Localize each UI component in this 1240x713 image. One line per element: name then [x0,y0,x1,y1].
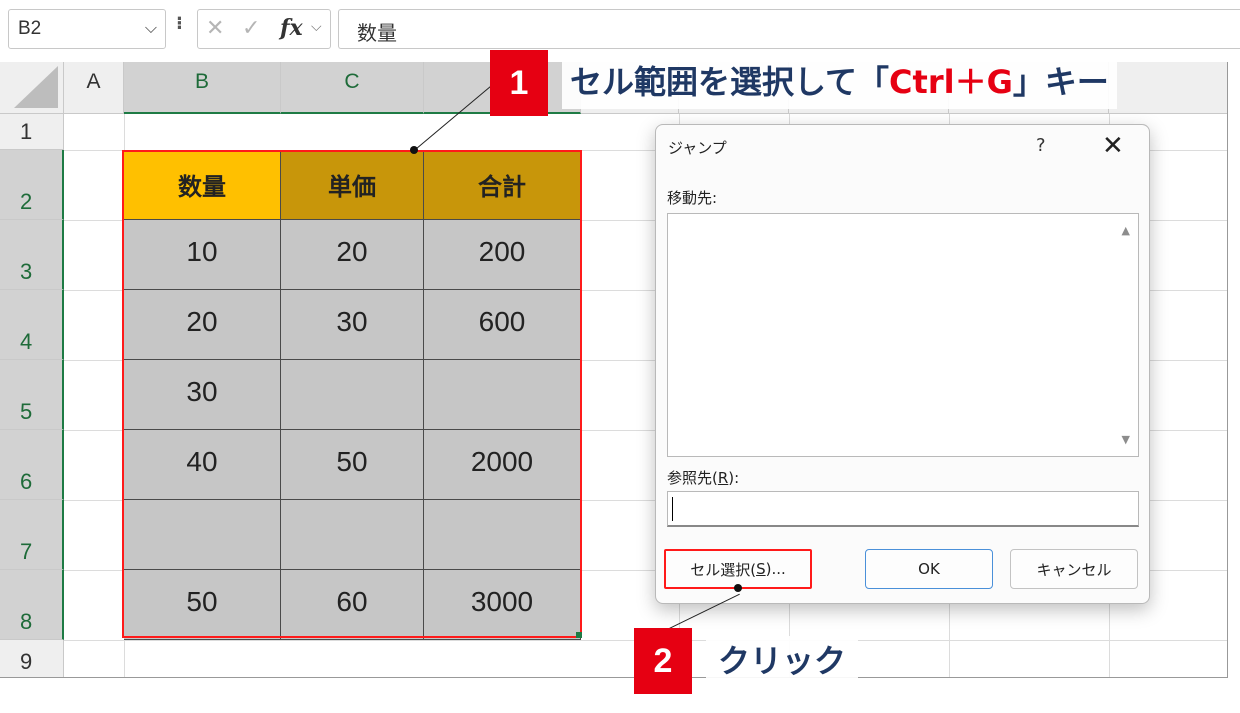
formula-bar: B2 ⌵ ⁝ ✕ ✓ fx ⌵ 数量 [0,0,1240,62]
chevron-down-icon[interactable]: ⌵ [311,19,322,35]
table-cell[interactable]: 20 [124,290,281,360]
ok-button[interactable]: OK [865,549,993,589]
table-cell[interactable] [424,360,581,430]
reference-label-pre: 参照先( [667,469,718,487]
callout-1-dot [410,146,418,154]
close-icon[interactable]: ✕ [1102,131,1124,161]
row-header-2[interactable]: 2 [0,150,64,220]
table-cell[interactable] [281,500,424,570]
special-button-pre: セル選択( [690,560,757,579]
table-header-cell[interactable]: 単価 [281,150,424,220]
cancel-button[interactable]: キャンセル [1010,549,1138,589]
insert-function-icon[interactable]: fx [280,15,303,41]
callout-2-text: クリック [706,636,859,686]
formula-buttons: ✕ ✓ fx ⌵ [197,9,331,49]
special-cells-button[interactable]: セル選択(S)... [664,549,812,589]
table-cell[interactable]: 30 [281,290,424,360]
formula-content: 数量 [357,21,397,45]
callout-1-text: セル範囲を選択して「Ctrl＋G」キー [562,55,1117,109]
table-header-cell[interactable]: 合計 [424,150,581,220]
scroll-up-icon[interactable]: ▲ [1122,224,1130,237]
column-header-i[interactable] [1109,62,1227,114]
table-cell[interactable]: 30 [124,360,281,430]
table-cell[interactable]: 10 [124,220,281,290]
dialog-title: ジャンプ [668,139,727,157]
table-cell[interactable]: 50 [124,570,281,640]
select-all-corner[interactable] [0,62,64,114]
row-header-3[interactable]: 3 [0,220,64,290]
column-header-b[interactable]: B [124,62,281,114]
table-cell[interactable]: 50 [281,430,424,500]
column-header-c[interactable]: C [281,62,424,114]
column-header-a[interactable]: A [64,62,124,114]
select-all-triangle-icon [14,66,58,108]
table-cell[interactable]: 2000 [424,430,581,500]
fill-handle[interactable] [576,632,582,638]
name-box[interactable]: B2 ⌵ [8,9,166,49]
reference-label-key: R [717,469,729,487]
text-caret [672,497,673,521]
row-header-6[interactable]: 6 [0,430,64,500]
table-cell[interactable]: 600 [424,290,581,360]
goto-list[interactable]: ▲ ▼ [667,213,1139,457]
goto-dialog: ジャンプ ? ✕ 移動先: ▲ ▼ 参照先(R): セル選択(S)... OK … [655,124,1150,604]
special-button-key: S [756,560,766,578]
goto-label: 移動先: [667,189,718,207]
callout-1-text-suffix: 」キー [1012,63,1109,101]
table-cell[interactable] [281,360,424,430]
table-cell[interactable] [124,500,281,570]
enter-icon[interactable]: ✓ [242,16,260,41]
cancel-icon[interactable]: ✕ [206,16,224,41]
formula-input[interactable]: 数量 [338,9,1240,49]
scroll-down-icon[interactable]: ▼ [1122,433,1130,446]
table-cell[interactable]: 3000 [424,570,581,640]
callout-2-label: クリック [718,642,847,680]
table-cell[interactable]: 20 [281,220,424,290]
row-header-4[interactable]: 4 [0,290,64,360]
more-options-icon[interactable]: ⁝ [176,13,183,34]
reference-input[interactable] [667,491,1139,527]
reference-label: 参照先(R): [667,467,739,488]
row-header-5[interactable]: 5 [0,360,64,430]
callout-2-dot [734,584,742,592]
row-header-9[interactable]: 9 [0,640,64,677]
table-cell[interactable]: 40 [124,430,281,500]
callout-1-badge: 1 [490,50,548,116]
special-button-post: )... [765,560,786,578]
table-cell[interactable]: 60 [281,570,424,640]
reference-label-post: ): [728,469,740,487]
callout-1-text-key: Ctrl＋G [889,63,1013,101]
help-icon[interactable]: ? [1036,135,1046,156]
callout-1-text-prefix: セル範囲を選択して「 [570,63,890,101]
row-header-1[interactable]: 1 [0,114,64,150]
name-box-value: B2 [18,18,42,39]
callout-2-badge: 2 [634,628,692,694]
chevron-down-icon[interactable]: ⌵ [145,18,157,38]
row-header-7[interactable]: 7 [0,500,64,570]
row-header-8[interactable]: 8 [0,570,64,640]
table-cell[interactable] [424,500,581,570]
table-cell[interactable]: 200 [424,220,581,290]
table-header-cell[interactable]: 数量 [124,150,281,220]
